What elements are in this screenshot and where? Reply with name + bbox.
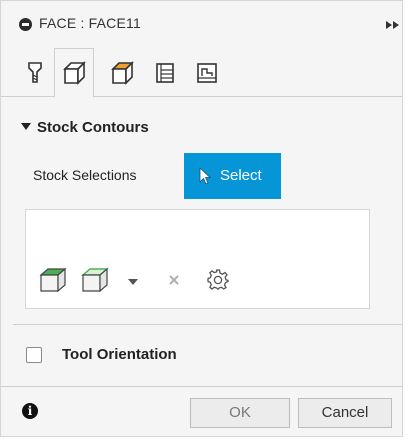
minus-circle-icon[interactable] (19, 18, 32, 31)
tab-bar (1, 48, 402, 98)
section-divider (13, 324, 403, 325)
clear-x-icon[interactable] (167, 273, 181, 287)
tab-heights[interactable] (102, 48, 142, 97)
linking-icon (197, 62, 217, 83)
passes-icon (156, 62, 174, 83)
info-icon[interactable]: i (22, 403, 38, 419)
geometry-icon (63, 61, 86, 85)
collapse-triangle-icon[interactable] (21, 123, 31, 130)
stock-selection-box[interactable] (25, 209, 370, 309)
tab-geometry[interactable] (54, 48, 94, 98)
footer-divider (1, 386, 402, 387)
expand-double-arrow-icon[interactable] (385, 20, 401, 30)
stock-selections-label: Stock Selections (33, 167, 137, 183)
heights-icon (111, 60, 134, 85)
tab-linking[interactable] (187, 48, 227, 97)
stock-contours-section-header[interactable]: Stock Contours (1, 111, 402, 141)
dropdown-arrow-icon[interactable] (127, 278, 139, 286)
title-bar[interactable]: FACE : FACE11 (1, 1, 402, 48)
select-button-label: Select (220, 167, 262, 184)
tool-orientation-label[interactable]: Tool Orientation (62, 346, 177, 363)
tab-tool[interactable] (15, 48, 55, 97)
ok-button[interactable]: OK (190, 398, 290, 428)
stock-box-green-top-icon[interactable] (38, 266, 68, 294)
select-button[interactable]: Select (184, 153, 281, 199)
tool-orientation-checkbox[interactable] (26, 347, 42, 363)
face-dialog: FACE : FACE11 Stock Contours Stock Selec… (0, 0, 403, 437)
cursor-arrow-icon (199, 167, 212, 185)
cancel-button[interactable]: Cancel (298, 398, 392, 428)
stock-box-green-outline-icon[interactable] (80, 266, 110, 294)
dialog-title: FACE : FACE11 (39, 15, 141, 31)
section-title: Stock Contours (37, 119, 149, 136)
settings-gear-icon[interactable] (207, 268, 229, 290)
tab-passes[interactable] (145, 48, 185, 97)
tool-icon (28, 61, 42, 83)
